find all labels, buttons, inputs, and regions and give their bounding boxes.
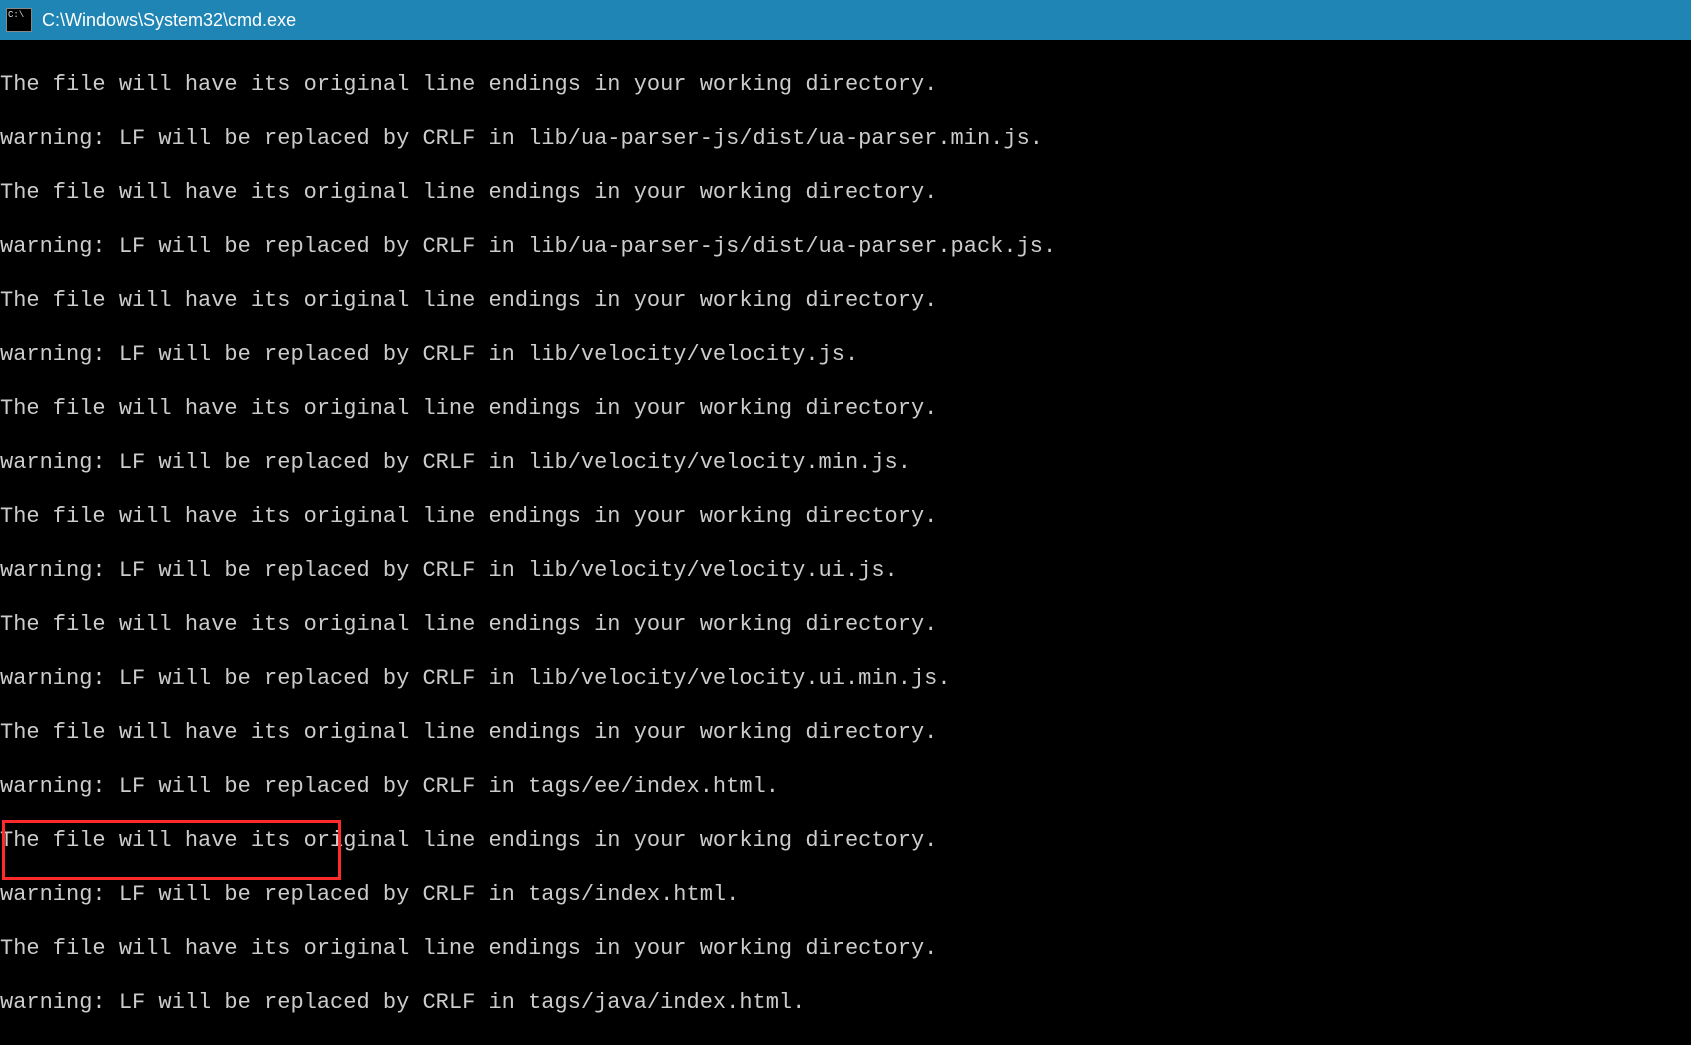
- output-line: The file will have its original line end…: [0, 71, 1691, 98]
- output-line: warning: LF will be replaced by CRLF in …: [0, 773, 1691, 800]
- output-line: warning: LF will be replaced by CRLF in …: [0, 341, 1691, 368]
- terminal-output[interactable]: The file will have its original line end…: [0, 40, 1691, 1045]
- output-line: The file will have its original line end…: [0, 611, 1691, 638]
- output-line: The file will have its original line end…: [0, 827, 1691, 854]
- output-line: warning: LF will be replaced by CRLF in …: [0, 233, 1691, 260]
- output-line: The file will have its original line end…: [0, 179, 1691, 206]
- output-line: The file will have its original line end…: [0, 395, 1691, 422]
- output-line: The file will have its original line end…: [0, 719, 1691, 746]
- output-line: warning: LF will be replaced by CRLF in …: [0, 665, 1691, 692]
- output-line: The file will have its original line end…: [0, 935, 1691, 962]
- output-line: warning: LF will be replaced by CRLF in …: [0, 557, 1691, 584]
- output-line: warning: LF will be replaced by CRLF in …: [0, 881, 1691, 908]
- window-title: C:\Windows\System32\cmd.exe: [42, 10, 296, 31]
- output-line: The file will have its original line end…: [0, 503, 1691, 530]
- output-line: warning: LF will be replaced by CRLF in …: [0, 989, 1691, 1016]
- output-line: warning: LF will be replaced by CRLF in …: [0, 125, 1691, 152]
- output-line: The file will have its original line end…: [0, 287, 1691, 314]
- cmd-icon: [6, 8, 32, 32]
- window-titlebar[interactable]: C:\Windows\System32\cmd.exe: [0, 0, 1691, 40]
- output-line: warning: LF will be replaced by CRLF in …: [0, 449, 1691, 476]
